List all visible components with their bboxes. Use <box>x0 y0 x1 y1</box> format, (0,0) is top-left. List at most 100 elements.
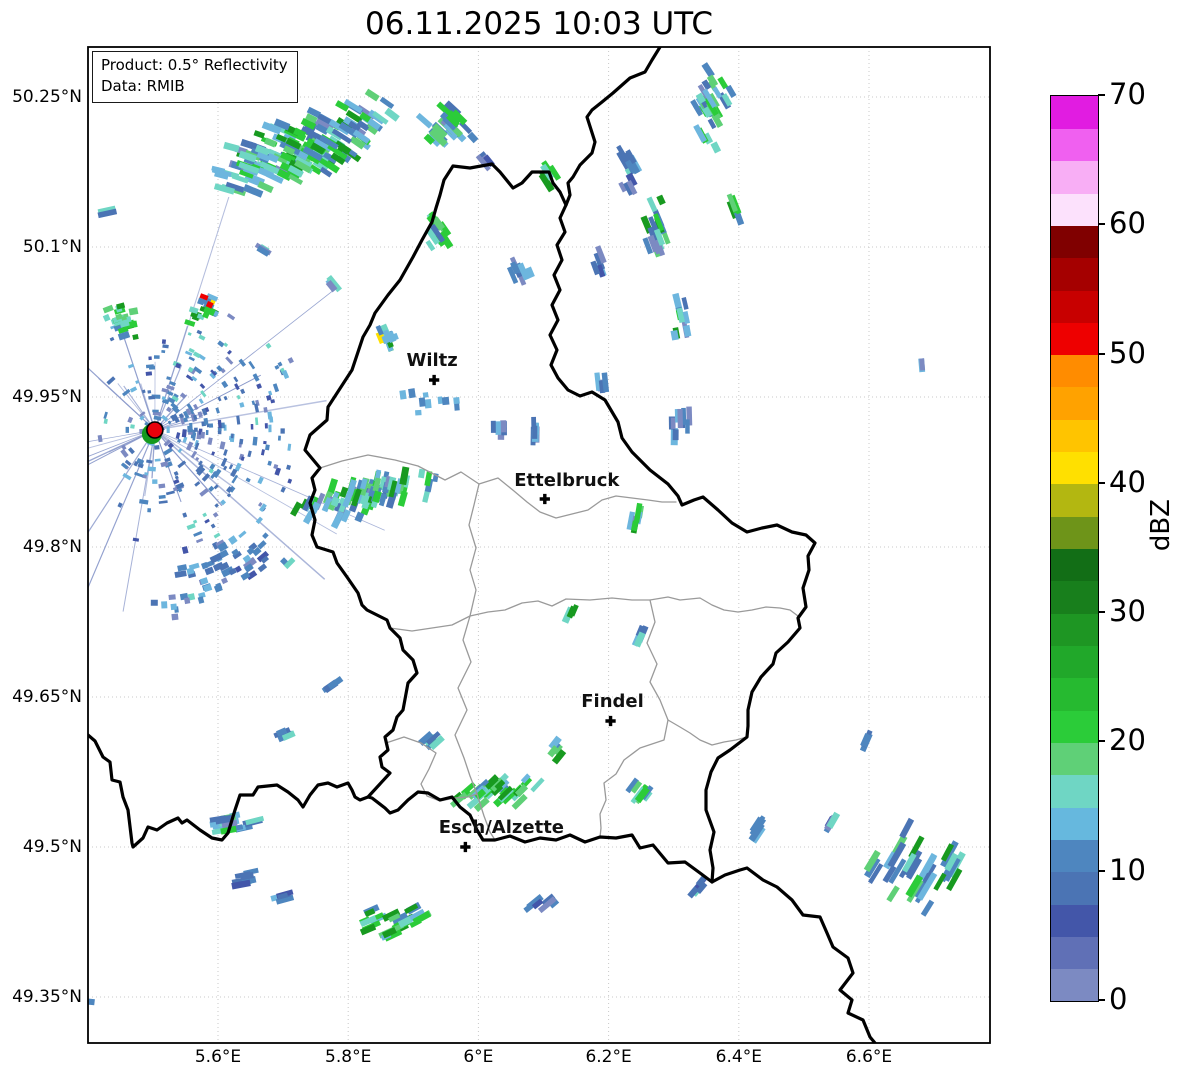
x-axis-tick-label: 5.8°E <box>325 1047 372 1067</box>
echo-bin <box>97 434 103 443</box>
colorbar-tickmark <box>1098 223 1105 226</box>
echo-bin <box>238 530 247 539</box>
echo-bin <box>127 363 135 369</box>
echo-bin <box>147 466 156 472</box>
y-axis-tick-label: 49.5°N <box>22 837 82 857</box>
colorbar-segment <box>1051 257 1098 291</box>
city-label: Esch/Alzette <box>439 817 564 838</box>
colorbar-segment <box>1051 128 1098 162</box>
echo-bin <box>734 211 745 226</box>
echo-bin <box>415 409 422 416</box>
country-borders-layer <box>88 47 877 1043</box>
echo-bin <box>920 899 935 917</box>
echo-bin <box>267 460 272 466</box>
echo-bin <box>233 376 239 383</box>
echo-bin <box>193 530 203 537</box>
echo-bin <box>277 435 281 441</box>
echo-bin <box>162 344 169 349</box>
x-axis-tick-label: 6°E <box>463 1047 494 1067</box>
echo-bin <box>179 392 187 399</box>
echo-bin <box>175 432 181 440</box>
city-marker <box>460 841 471 853</box>
echo-bin <box>287 478 293 484</box>
x-axis-tick-label: 5.6°E <box>194 1047 242 1067</box>
echo-bin <box>280 428 285 434</box>
radar-site-marker <box>146 421 164 439</box>
colorbar-segment <box>1051 516 1098 550</box>
echo-bin <box>161 339 167 344</box>
clutter-spoke <box>154 288 336 431</box>
echo-bin <box>125 426 130 433</box>
echo-bin <box>106 376 116 385</box>
echo-bin <box>886 885 900 903</box>
echo-bin <box>208 423 214 428</box>
echo-bin <box>226 313 236 321</box>
echo-bin <box>495 421 501 435</box>
colorbar-tickmark <box>1098 94 1105 96</box>
echo-bin <box>899 817 915 839</box>
echo-bin <box>265 444 270 451</box>
echo-bin <box>490 420 496 433</box>
echo-bin <box>147 390 152 394</box>
echo-bin <box>257 476 264 485</box>
echo-bin <box>182 512 188 518</box>
echo-bin <box>254 417 259 426</box>
echo-bin <box>685 419 690 434</box>
echo-bin <box>267 411 273 420</box>
echo-bin <box>158 494 166 499</box>
echo-bin <box>266 394 272 401</box>
city-marker <box>539 493 550 505</box>
city-label: Ettelbruck <box>514 470 620 491</box>
echo-bin <box>166 376 171 381</box>
echo-bin <box>204 518 210 524</box>
y-axis-tick-label: 49.95°N <box>12 387 82 407</box>
echo-bin <box>268 424 272 433</box>
echo-bin <box>168 594 176 601</box>
colorbar-segment <box>1051 548 1098 582</box>
echo-bin <box>239 402 245 408</box>
colorbar-tick-label: 50 <box>1109 335 1146 370</box>
colorbar-segment <box>1051 839 1098 873</box>
echo-bin <box>154 445 160 450</box>
echo-bin <box>130 424 135 429</box>
echo-bin <box>245 477 251 483</box>
echo-bin <box>173 470 179 476</box>
echo-bin <box>183 597 191 605</box>
echo-bin <box>207 437 213 446</box>
colorbar-segment <box>1051 710 1098 743</box>
echo-bin <box>187 332 192 336</box>
echo-bin <box>247 450 252 458</box>
echo-bin <box>128 307 139 316</box>
echo-bin <box>441 396 450 406</box>
echo-bin <box>248 360 256 370</box>
echo-bin <box>174 475 179 480</box>
echo-bin <box>102 304 114 314</box>
echo-bin <box>265 342 272 349</box>
echo-bin <box>257 563 268 573</box>
echo-bin <box>264 423 268 429</box>
echo-bin <box>190 450 198 459</box>
city-marker <box>429 374 440 386</box>
country-border-fr_de <box>710 866 877 1043</box>
y-axis-tick-label: 49.35°N <box>12 987 82 1007</box>
colorbar-tick-label: 10 <box>1109 852 1146 887</box>
colorbar-segment <box>1051 871 1098 905</box>
echo-bin <box>672 429 679 441</box>
colorbar-segment <box>1051 677 1098 711</box>
echo-bin <box>213 532 221 539</box>
echo-bin <box>103 411 108 420</box>
echo-bin <box>161 350 166 354</box>
echo-bin <box>681 297 689 310</box>
x-axis-tick-label: 6.4°E <box>715 1047 762 1067</box>
echo-bin <box>200 431 206 439</box>
echo-bin <box>102 313 111 322</box>
echo-bin <box>424 399 432 409</box>
colorbar-tick-label: 20 <box>1109 723 1146 758</box>
colorbar-segment <box>1051 160 1098 194</box>
colorbar-tickmark <box>1098 869 1105 872</box>
overlay-layer: Wiltz Ettelbruck Findel Esch/Alzette <box>141 350 644 853</box>
y-axis-tick-label: 49.65°N <box>12 687 82 707</box>
colorbar-tick-label: 0 <box>1109 982 1128 1016</box>
echo-bin <box>161 601 168 609</box>
colorbar-tickmark <box>1098 481 1105 484</box>
